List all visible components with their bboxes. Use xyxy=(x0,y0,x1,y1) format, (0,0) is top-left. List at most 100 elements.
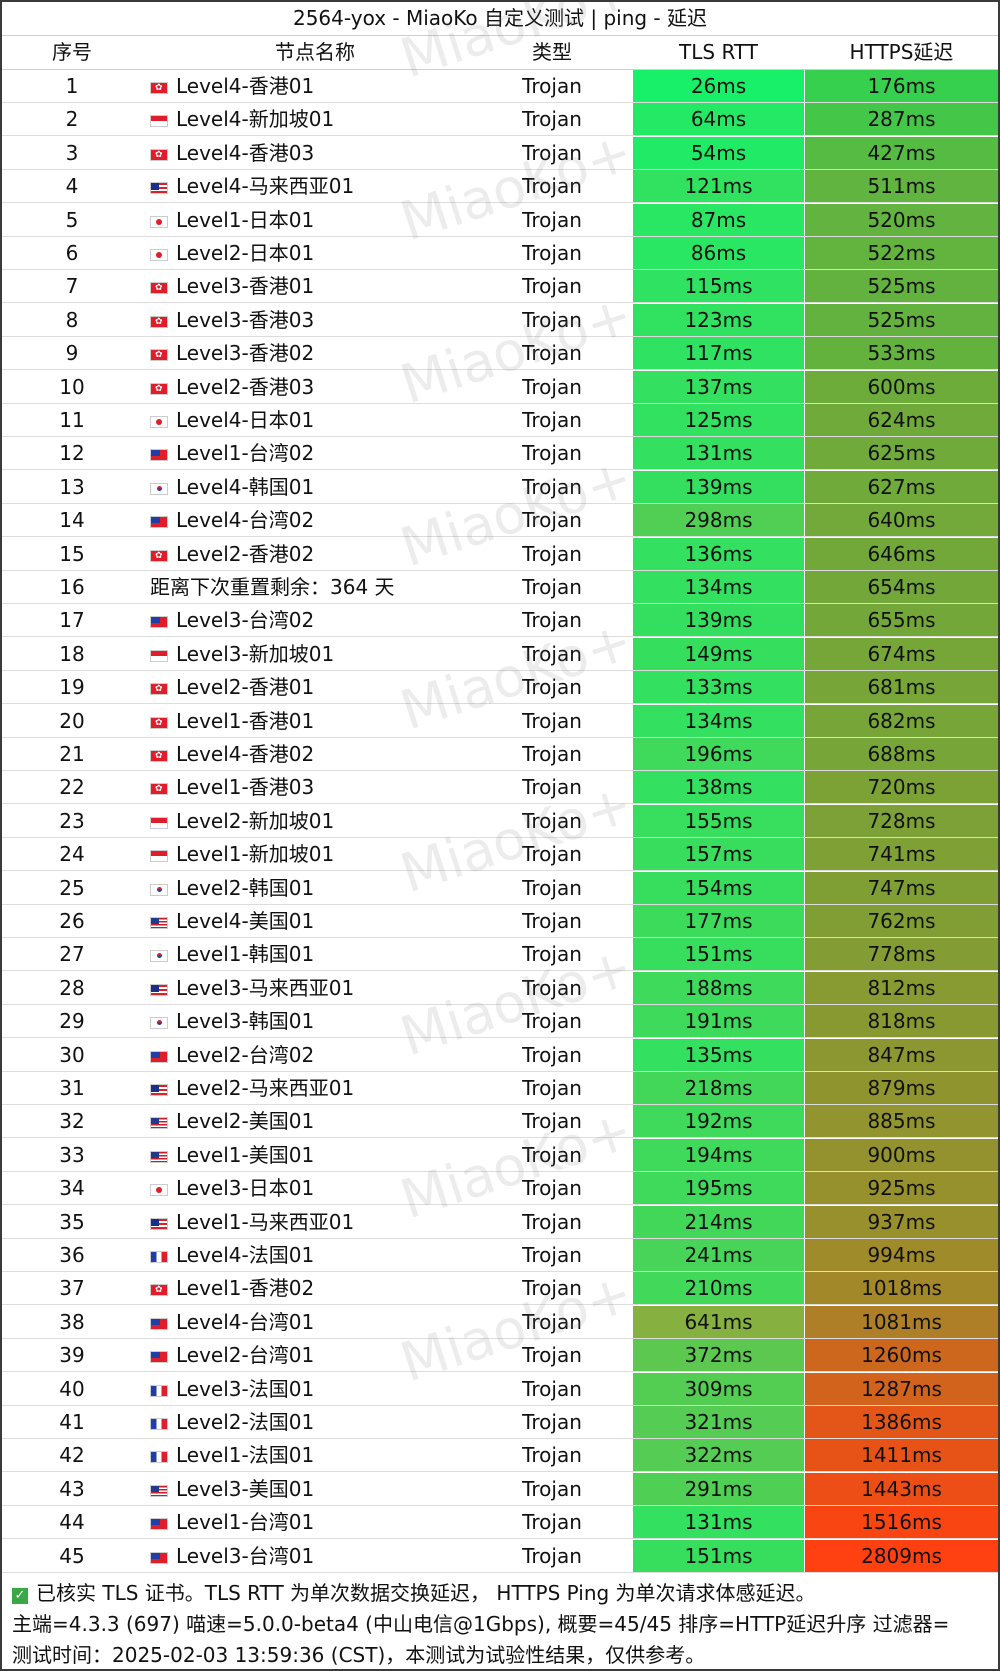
table-row: 18 Level3-新加坡01 Trojan 149ms 674ms xyxy=(2,637,998,671)
node-name-text: Level4-韩国01 xyxy=(176,474,315,499)
node-name-text: Level4-法国01 xyxy=(176,1243,315,1267)
row-tls-rtt: 134ms xyxy=(633,704,804,737)
row-node-name: Level1-日本01 xyxy=(150,204,480,236)
row-index: 45 xyxy=(59,1543,85,1568)
row-https-latency: 937ms xyxy=(805,1205,998,1238)
row-node-name: Level4-香港01 xyxy=(150,70,480,102)
row-index: 44 xyxy=(59,1510,85,1535)
row-type: Trojan xyxy=(522,1243,582,1267)
row-https-latency: 600ms xyxy=(805,370,998,403)
table-row: 29 Level3-韩国01 Trojan 191ms 818ms xyxy=(2,1005,998,1039)
row-https-latency: 1081ms xyxy=(805,1305,998,1338)
row-index: 30 xyxy=(59,1042,85,1067)
table-row: 6 Level2-日本01 Trojan 86ms 522ms xyxy=(2,237,998,270)
row-tls-rtt: 218ms xyxy=(633,1072,804,1104)
row-type: Trojan xyxy=(522,1276,582,1301)
header-tls-rtt: TLS RTT xyxy=(679,40,758,64)
flag-kr-icon xyxy=(150,950,168,963)
row-type: Trojan xyxy=(522,1343,582,1368)
row-index: 19 xyxy=(59,675,85,700)
row-tls-rtt: 139ms xyxy=(633,470,804,503)
row-node-name: Level3-香港02 xyxy=(150,337,480,369)
row-index: 14 xyxy=(59,508,85,533)
row-tls-rtt: 138ms xyxy=(633,771,804,804)
row-index: 8 xyxy=(65,307,79,332)
flag-hk-icon xyxy=(150,549,168,562)
row-node-name: Level4-香港03 xyxy=(150,137,480,169)
footer-line-1: ✓ 已核实 TLS 证书。TLS RTT 为单次数据交换延迟， HTTPS Pin… xyxy=(12,1578,816,1609)
flag-sg-icon xyxy=(150,649,168,662)
table-header: 序号 节点名称 类型 TLS RTT HTTPS延迟 xyxy=(2,36,998,70)
row-https-latency: 1411ms xyxy=(805,1439,998,1472)
row-https-latency: 688ms xyxy=(805,738,998,770)
row-index: 32 xyxy=(59,1109,85,1134)
node-name-text: Level4-新加坡01 xyxy=(176,107,335,132)
row-node-name: Level2-香港03 xyxy=(150,371,480,403)
row-type: Trojan xyxy=(522,641,582,666)
row-index: 6 xyxy=(65,241,79,265)
node-name-text: Level4-台湾02 xyxy=(176,508,315,533)
row-https-latency: 655ms xyxy=(805,604,998,637)
row-tls-rtt: 139ms xyxy=(633,604,804,637)
row-node-name: Level3-法国01 xyxy=(150,1373,480,1405)
row-node-name: Level3-马来西亚01 xyxy=(150,972,480,1004)
row-node-name: Level4-新加坡01 xyxy=(150,103,480,135)
table-row: 42 Level1-法国01 Trojan 322ms 1411ms xyxy=(2,1439,998,1473)
row-index: 21 xyxy=(59,742,85,766)
row-type: Trojan xyxy=(522,1376,582,1401)
table-row: 8 Level3-香港03 Trojan 123ms525ms xyxy=(2,303,998,337)
flag-jp-icon xyxy=(150,215,168,228)
row-index: 36 xyxy=(59,1243,85,1267)
table-row: 25 Level2-韩国01 Trojan 154ms 747ms xyxy=(2,871,998,905)
row-https-latency: 847ms xyxy=(805,1038,998,1071)
row-type: Trojan xyxy=(522,1443,582,1468)
row-index: 1 xyxy=(65,74,79,98)
flag-tw-icon xyxy=(150,516,168,529)
node-name-text: Level1-韩国01 xyxy=(176,942,315,967)
node-name-text: Level4-马来西亚01 xyxy=(176,174,355,199)
table-row: 9 Level3-香港02 Trojan 117ms533ms xyxy=(2,337,998,371)
flag-my-icon xyxy=(150,983,168,996)
row-type: Trojan xyxy=(522,140,582,165)
table-row: 15 Level2-香港02 Trojan 136ms646ms xyxy=(2,537,998,571)
row-node-name: Level1-美国01 xyxy=(150,1139,480,1171)
row-tls-rtt: 131ms xyxy=(633,1506,804,1539)
row-index: 40 xyxy=(59,1376,85,1401)
row-type: Trojan xyxy=(522,708,582,733)
node-name-text: Level2-台湾01 xyxy=(176,1343,315,1368)
node-name-text: Level3-台湾02 xyxy=(176,608,315,633)
flag-my-icon xyxy=(150,182,168,195)
row-tls-rtt: 298ms xyxy=(633,504,804,537)
row-type: Trojan xyxy=(522,1476,582,1501)
row-index: 9 xyxy=(65,341,79,366)
table-row: 39 Level2-台湾01 Trojan 372ms 1260ms xyxy=(2,1339,998,1373)
row-type: Trojan xyxy=(522,675,582,700)
row-type: Trojan xyxy=(522,74,582,98)
flag-sg-icon xyxy=(150,816,168,829)
table-row: 26 Level4-美国01 Trojan 177ms 762ms xyxy=(2,905,998,938)
row-type: Trojan xyxy=(522,274,582,299)
node-name-text: Level3-香港03 xyxy=(176,307,315,332)
row-tls-rtt: 115ms xyxy=(633,270,804,303)
row-node-name: Level4-香港02 xyxy=(150,738,480,770)
flag-fr-icon xyxy=(150,1384,168,1397)
row-tls-rtt: 86ms xyxy=(633,237,804,269)
row-https-latency: 1516ms xyxy=(805,1506,998,1539)
row-tls-rtt: 157ms xyxy=(633,838,804,871)
row-node-name: Level1-台湾02 xyxy=(150,437,480,469)
row-https-latency: 2809ms xyxy=(805,1539,998,1572)
row-https-latency: 885ms xyxy=(805,1105,998,1138)
flag-fr-icon xyxy=(150,1251,168,1263)
row-type: Trojan xyxy=(522,775,582,800)
row-https-latency: 1443ms xyxy=(805,1472,998,1505)
row-https-latency: 747ms xyxy=(805,871,998,904)
flag-us-icon xyxy=(150,917,168,929)
row-https-latency: 762ms xyxy=(805,905,998,937)
row-tls-rtt: 641ms xyxy=(633,1305,804,1338)
node-name-text: Level4-台湾01 xyxy=(176,1309,315,1334)
row-node-name: Level3-新加坡01 xyxy=(150,638,480,670)
table-row: 21 Level4-香港02 Trojan 196ms688ms xyxy=(2,738,998,771)
row-node-name: Level1-香港02 xyxy=(150,1272,480,1304)
table-row: 20 Level1-香港01 Trojan 134ms682ms xyxy=(2,704,998,738)
row-index: 41 xyxy=(59,1410,85,1434)
